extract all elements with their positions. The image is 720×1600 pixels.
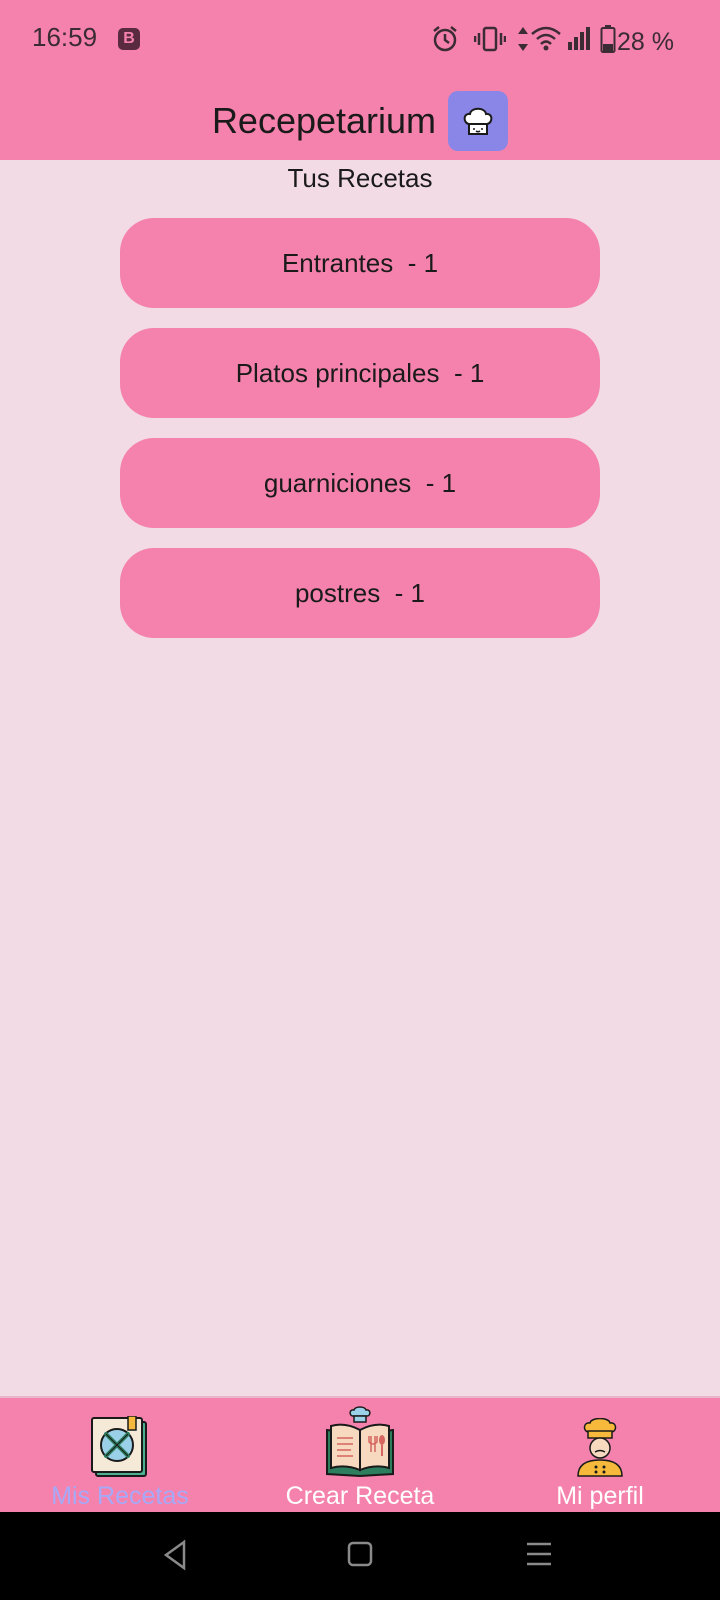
recents-icon[interactable]: [524, 1540, 554, 1568]
recipe-book-icon: [91, 1416, 147, 1477]
status-time: 16:59: [32, 22, 98, 52]
category-label: postres - 1: [294, 577, 426, 608]
category-label: Platos principales - 1: [235, 357, 485, 388]
nav-item-crear-receta[interactable]: Crear Receta: [240, 1398, 480, 1514]
chef-hat-button[interactable]: [448, 91, 509, 151]
category-button-platos-principales[interactable]: Platos principales - 1: [120, 328, 600, 418]
back-icon[interactable]: [160, 1538, 190, 1572]
home-icon[interactable]: [346, 1540, 374, 1568]
open-cookbook-icon: [326, 1406, 394, 1478]
status-icons: 28 %: [420, 18, 720, 62]
nav-item-mi-perfil[interactable]: Mi perfil: [480, 1398, 720, 1514]
vibrate-icon: [474, 26, 506, 52]
app-bar: Recepetarium: [0, 82, 720, 160]
battery-percentage: 28 %: [617, 28, 674, 56]
alarm-icon: [433, 26, 457, 52]
status-bar: 16:59 B 28 %: [0, 0, 720, 82]
nav-label: Crear Receta: [285, 1482, 435, 1510]
category-button-postres[interactable]: postres - 1: [120, 548, 600, 638]
bottom-navigation: Mis Recetas Crear Receta Mi perfil: [0, 1396, 720, 1514]
category-button-entrantes[interactable]: Entrantes - 1: [120, 218, 600, 308]
system-navigation-bar: [0, 1512, 720, 1600]
battery-icon: [600, 25, 616, 53]
chef-hat-icon: [463, 107, 493, 135]
app-title: Recepetarium: [211, 100, 437, 141]
wifi-icon: [531, 26, 561, 51]
section-title: Tus Recetas: [287, 163, 433, 193]
data-arrows-icon: [518, 27, 528, 51]
nav-label: Mi perfil: [556, 1482, 644, 1510]
category-button-guarniciones[interactable]: guarniciones - 1: [120, 438, 600, 528]
category-label: Entrantes - 1: [281, 247, 439, 278]
nav-item-mis-recetas[interactable]: Mis Recetas: [0, 1398, 240, 1514]
nav-label: Mis Recetas: [51, 1482, 189, 1510]
category-label: guarniciones - 1: [263, 467, 457, 498]
chef-avatar-icon: [577, 1418, 623, 1477]
signal-icon: [568, 27, 590, 50]
notification-badge: B: [118, 28, 140, 50]
